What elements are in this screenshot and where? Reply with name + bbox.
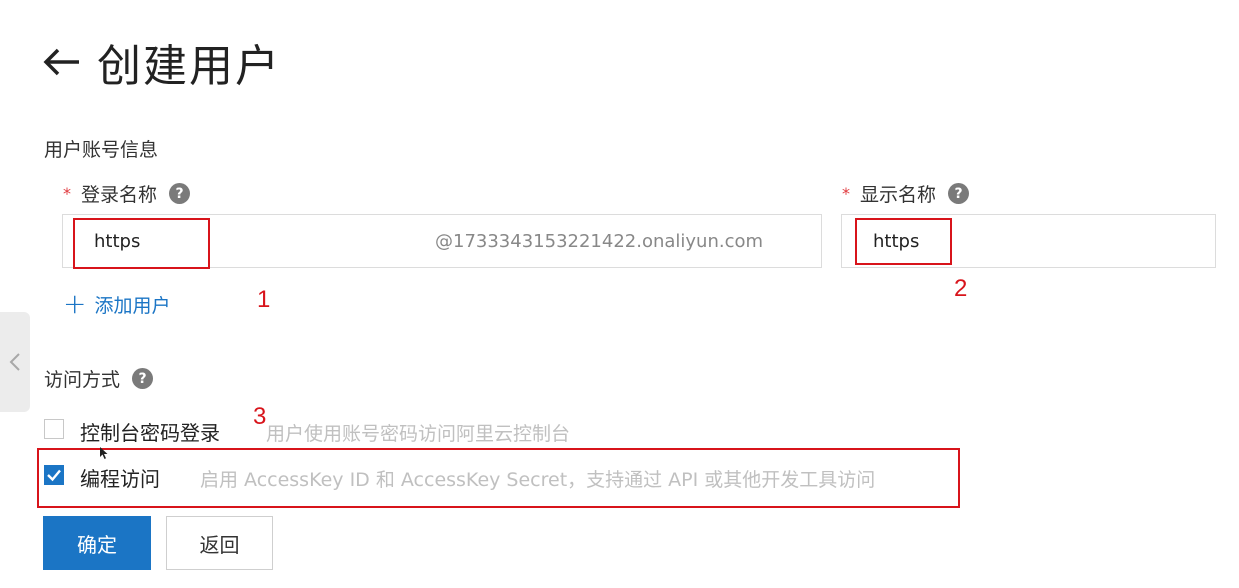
page-header: 创建用户	[43, 30, 281, 94]
back-button[interactable]: 返回	[166, 516, 273, 570]
annotation-3: 3	[253, 403, 267, 430]
page-title: 创建用户	[97, 41, 281, 92]
arrow-left-icon[interactable]	[43, 42, 83, 82]
display-name-value: https	[873, 230, 920, 252]
create-user-page: 创建用户 用户账号信息 * 登录名称 ? * 显示名称 ? https @173…	[0, 0, 1239, 588]
display-name-label: 显示名称	[860, 184, 937, 206]
annotation-1: 1	[257, 286, 271, 313]
login-name-domain-suffix: @1733343153221422.onaliyun.com	[435, 230, 764, 252]
access-section-title: 访问方式	[44, 369, 121, 391]
access-section-title-row: 访问方式 ?	[44, 365, 154, 392]
login-name-input[interactable]: https @1733343153221422.onaliyun.com	[62, 214, 822, 268]
display-name-label-row: * 显示名称 ?	[842, 180, 970, 207]
help-icon[interactable]: ?	[169, 183, 191, 204]
checkmark-icon	[47, 469, 61, 482]
annotation-2: 2	[954, 275, 968, 302]
sidebar-collapse-toggle[interactable]	[0, 312, 30, 412]
login-name-value: https	[94, 230, 141, 252]
login-name-label-row: * 登录名称 ?	[63, 180, 191, 207]
plus-icon: +	[63, 287, 87, 320]
programmatic-access-description: 启用 AccessKey ID 和 AccessKey Secret，支持通过 …	[200, 469, 876, 491]
login-name-label: 登录名称	[81, 184, 158, 206]
required-mark: *	[842, 184, 850, 203]
add-user-label: 添加用户	[94, 294, 171, 317]
help-icon[interactable]: ?	[948, 183, 970, 204]
mouse-cursor-icon	[100, 447, 108, 459]
console-login-description: 用户使用账号密码访问阿里云控制台	[266, 423, 571, 445]
confirm-button[interactable]: 确定	[43, 516, 151, 570]
required-mark: *	[63, 184, 71, 203]
account-section-title: 用户账号信息	[44, 139, 159, 161]
programmatic-access-label[interactable]: 编程访问	[80, 463, 160, 492]
add-user-button[interactable]: + 添加用户	[63, 290, 170, 318]
display-name-input[interactable]: https	[841, 214, 1216, 268]
chevron-left-icon	[9, 353, 20, 371]
console-login-checkbox[interactable]	[44, 419, 64, 439]
programmatic-access-checkbox[interactable]	[44, 465, 64, 485]
help-icon[interactable]: ?	[132, 368, 154, 389]
console-login-label[interactable]: 控制台密码登录	[80, 417, 220, 446]
